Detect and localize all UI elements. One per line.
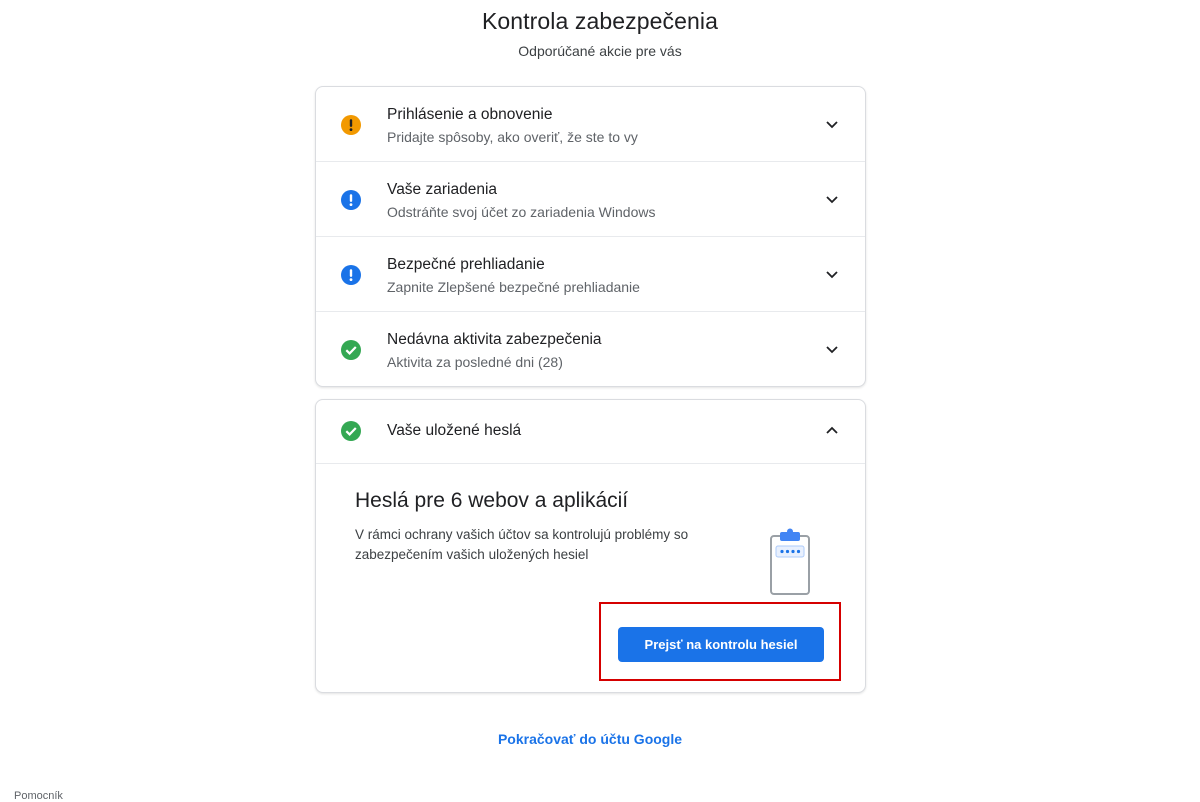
check-icon <box>341 340 361 360</box>
chevron-down-icon <box>826 346 838 354</box>
continue-to-google-account-link[interactable]: Pokračovať do účtu Google <box>498 731 682 747</box>
item-safe-browsing[interactable]: Bezpečné prehliadanie Zapnite Zlepšené b… <box>316 236 865 311</box>
item-title: Bezpečné prehliadanie <box>387 256 545 273</box>
saved-passwords-header[interactable]: Vaše uložené heslá <box>316 400 865 464</box>
security-actions-card: Prihlásenie a obnovenie Pridajte spôsoby… <box>315 86 866 387</box>
info-exclamation-icon <box>341 265 361 285</box>
item-title: Prihlásenie a obnovenie <box>387 106 553 123</box>
check-icon <box>341 421 361 441</box>
item-your-devices[interactable]: Vaše zariadenia Odstráňte svoj účet zo z… <box>316 161 865 236</box>
chevron-down-icon <box>826 196 838 204</box>
item-recent-security-activity[interactable]: Nedávna aktivita zabezpečenia Aktivita z… <box>316 311 865 386</box>
passwords-count-heading: Heslá pre 6 webov a aplikácií <box>355 489 629 512</box>
item-title: Vaše zariadenia <box>387 181 498 198</box>
item-subtitle: Odstráňte svoj účet zo zariadenia Window… <box>387 204 656 220</box>
info-exclamation-icon <box>341 190 361 210</box>
help-link[interactable]: Pomocník <box>14 790 63 802</box>
go-to-password-checkup-button[interactable]: Prejsť na kontrolu hesiel <box>618 627 824 662</box>
saved-passwords-title: Vaše uložené heslá <box>387 422 522 439</box>
chevron-down-icon <box>826 121 838 129</box>
page-subtitle: Odporúčané akcie pre vás <box>518 43 682 59</box>
chevron-up-icon <box>826 426 838 434</box>
page-title: Kontrola zabezpečenia <box>481 8 719 34</box>
password-clipboard-icon <box>770 528 810 595</box>
item-sign-in-recovery[interactable]: Prihlásenie a obnovenie Pridajte spôsoby… <box>316 87 865 161</box>
chevron-down-icon <box>826 271 838 279</box>
item-title: Nedávna aktivita zabezpečenia <box>387 331 602 348</box>
warning-exclamation-icon <box>341 115 361 135</box>
item-subtitle: Pridajte spôsoby, ako overiť, že ste to … <box>387 129 638 145</box>
item-subtitle: Aktivita za posledné dni (28) <box>387 354 563 370</box>
item-subtitle: Zapnite Zlepšené bezpečné prehliadanie <box>387 279 640 295</box>
passwords-description: V rámci ochrany vašich účtov sa kontrolu… <box>355 527 689 562</box>
